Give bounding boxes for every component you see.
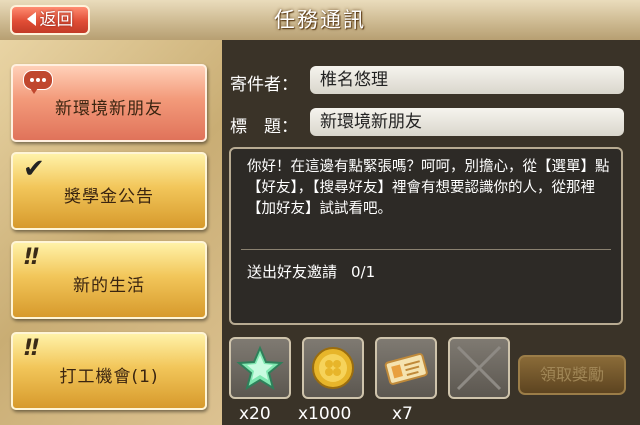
- message-box[interactable]: 你好！在這邊有點緊張嗎？呵呵，別擔心，從【選單】點【好友】，【搜尋好友】裡會有想…: [229, 147, 623, 325]
- task-progress-value: 0/1: [351, 263, 376, 281]
- ticket-icon: [384, 353, 428, 385]
- mission-item-label: 打工機會(1): [59, 367, 159, 387]
- sender-row: 寄件者： 椎名悠理: [230, 64, 634, 98]
- reward-slot-star[interactable]: [229, 337, 291, 399]
- page-title: 任務通訊: [274, 8, 366, 32]
- back-button-label: 返回: [39, 10, 74, 30]
- mission-list: 新環境新朋友 ✔ 獎學金公告 !! 新的生活 !! 打工機會(1): [0, 40, 222, 425]
- reward-slot-coin[interactable]: [302, 337, 364, 399]
- back-button[interactable]: 返回: [10, 5, 90, 35]
- back-arrow-icon: [26, 11, 36, 26]
- star-icon: [236, 345, 284, 391]
- reward-count-star: x20: [239, 404, 271, 424]
- gold-coin-icon: [312, 347, 354, 389]
- task-progress-label: 送出好友邀請: [247, 263, 338, 281]
- subject-label: 標 題：: [230, 117, 298, 137]
- reward-count-coin: x1000: [298, 404, 352, 424]
- mission-item-1[interactable]: ✔ 獎學金公告: [11, 152, 207, 230]
- empty-slot-icon: [456, 345, 502, 391]
- mission-item-3[interactable]: !! 打工機會(1): [11, 332, 207, 410]
- mission-detail: 寄件者： 椎名悠理 標 題： 新環境新朋友 你好！在這邊有點緊張嗎？呵呵，別擔心…: [222, 40, 640, 425]
- mission-item-label: 獎學金公告: [64, 187, 154, 207]
- mission-item-label: 新環境新朋友: [55, 99, 163, 119]
- sender-label: 寄件者：: [230, 75, 298, 95]
- message-text: 你好！在這邊有點緊張嗎？呵呵，別擔心，從【選單】點【好友】，【搜尋好友】裡會有想…: [247, 159, 610, 217]
- checkmark-icon: ✔: [23, 154, 45, 184]
- mission-item-label: 新的生活: [73, 276, 145, 296]
- subject-row: 標 題： 新環境新朋友: [230, 106, 634, 140]
- message-divider: [241, 249, 611, 250]
- subject-value: 新環境新朋友: [310, 108, 624, 136]
- reward-slot-empty: [448, 337, 510, 399]
- exclamation-icon: !!: [23, 245, 40, 270]
- mission-item-0[interactable]: 新環境新朋友: [11, 64, 207, 142]
- mission-item-2[interactable]: !! 新的生活: [11, 241, 207, 319]
- reward-slot-ticket[interactable]: [375, 337, 437, 399]
- message-bubble-icon: [23, 70, 53, 94]
- task-progress: 送出好友邀請 0/1: [247, 261, 375, 282]
- reward-count-ticket: x7: [392, 404, 413, 424]
- sender-value: 椎名悠理: [310, 66, 624, 94]
- exclamation-icon: !!: [23, 336, 40, 361]
- claim-reward-button[interactable]: 領取獎勵: [518, 355, 626, 395]
